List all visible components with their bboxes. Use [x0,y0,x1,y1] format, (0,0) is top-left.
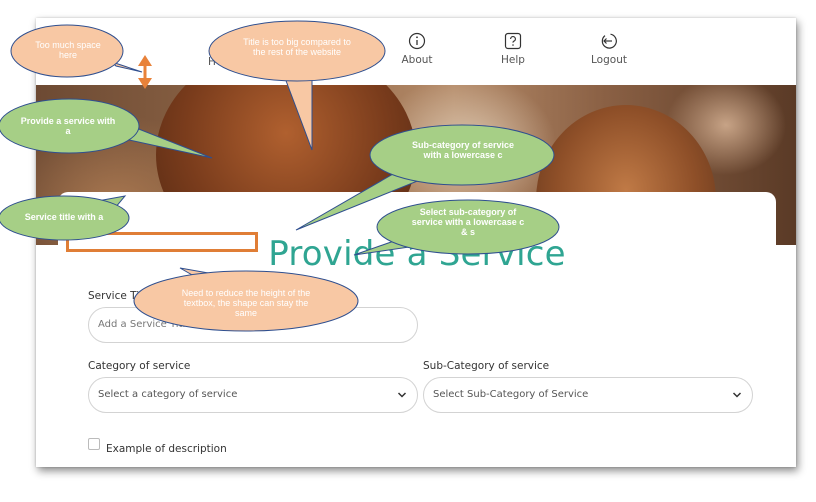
callout-text-too-much-space: Too much space here [35,40,101,60]
annotation-layer [0,20,560,332]
callout-text-reduce-height: Need to reduce the height of the textbox… [181,288,311,318]
callout-text-select-subcategory: Select sub-category of service with a lo… [411,207,525,237]
callout-text-service-title: Service title with a [24,212,104,222]
callout-text-title-too-big: Title is too big compared to the rest of… [243,37,351,57]
callout-text-subcategory-lowercase: Sub-category of service with a lowercase… [411,140,515,160]
callout-text-provide-service: Provide a service with a [20,116,116,136]
annotated-screenshot: H About Help Logout Provide a Service Se… [0,0,816,502]
